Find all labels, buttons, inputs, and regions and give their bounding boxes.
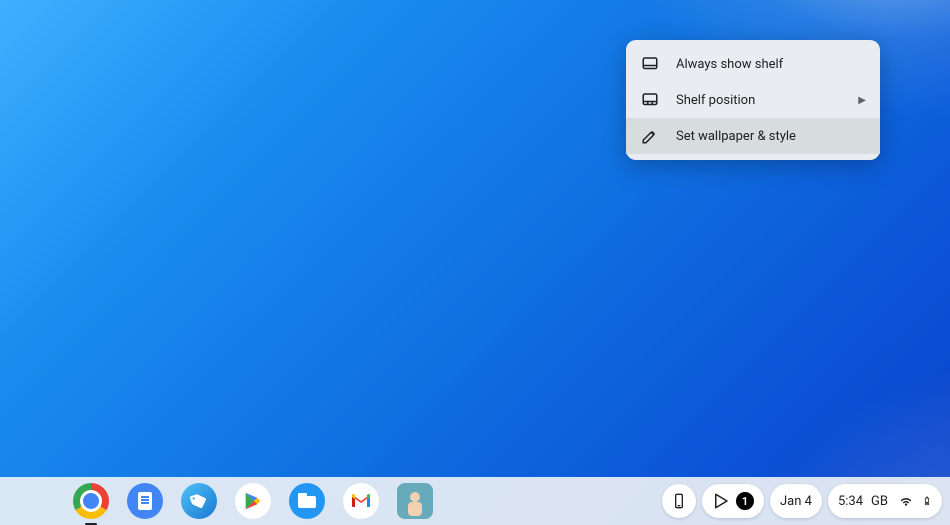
position-icon [640, 90, 660, 110]
tray-time: 5:34 [838, 494, 863, 509]
phone-hub-button[interactable] [662, 484, 696, 518]
tray-date: Jan 4 [780, 494, 812, 509]
menu-item-label: Always show shelf [676, 57, 866, 72]
menu-item-label: Set wallpaper & style [676, 129, 866, 144]
menu-item-label: Shelf position [676, 93, 842, 108]
chevron-right-icon: ▶ [858, 95, 866, 106]
app-files[interactable] [289, 483, 325, 519]
system-tray: 1 Jan 4 5:34 GB [662, 484, 942, 518]
menu-item-set-wallpaper[interactable]: Set wallpaper & style [626, 118, 880, 154]
wifi-icon [898, 494, 914, 508]
status-area-button[interactable]: 5:34 GB [828, 484, 942, 518]
battery-icon [922, 492, 932, 510]
app-play-store[interactable] [235, 483, 271, 519]
calendar-button[interactable]: Jan 4 [770, 484, 822, 518]
pencil-icon [640, 126, 660, 146]
tray-locale: GB [871, 494, 888, 509]
shelf-apps [8, 483, 433, 519]
app-chrome[interactable] [73, 483, 109, 519]
phone-icon [671, 491, 687, 511]
app-tag[interactable] [181, 483, 217, 519]
notifications-button[interactable]: 1 [702, 484, 764, 518]
notification-badge: 1 [736, 492, 754, 510]
app-pinned-avatar[interactable] [397, 483, 433, 519]
desktop-context-menu: Always show shelf Shelf position ▶ Set w… [626, 40, 880, 160]
menu-item-shelf-position[interactable]: Shelf position ▶ [626, 82, 880, 118]
shelf: 1 Jan 4 5:34 GB [0, 477, 950, 525]
play-triangle-icon [712, 492, 730, 510]
menu-item-always-show-shelf[interactable]: Always show shelf [626, 46, 880, 82]
app-docs[interactable] [127, 483, 163, 519]
app-gmail[interactable] [343, 483, 379, 519]
shelf-icon [640, 54, 660, 74]
